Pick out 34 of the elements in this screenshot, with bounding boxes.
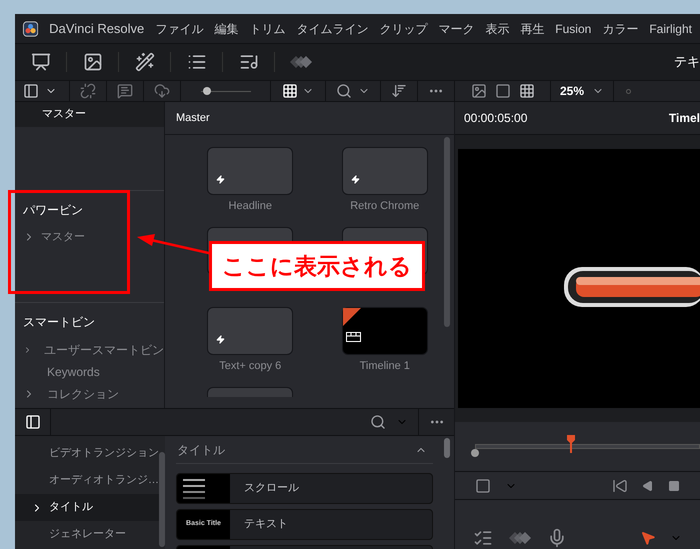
effect-item[interactable]: スクロール [176, 473, 433, 504]
menu-item[interactable]: 編集 [214, 20, 238, 38]
window-title: DaVinci Resolve [49, 20, 144, 38]
clip-label: Retro Chrome [350, 199, 420, 214]
panel-title: テキ [674, 53, 700, 72]
zoom-level[interactable]: 25% [560, 82, 584, 100]
menu-item[interactable]: Fairlight [649, 20, 692, 38]
panel-title: Master [176, 110, 210, 126]
bin-item[interactable]: マスター [41, 229, 85, 246]
menu-item[interactable]: カラー [602, 20, 638, 38]
section-title: スマートビン [23, 314, 96, 331]
menu-item[interactable]: Fusion [555, 20, 592, 38]
menu-item[interactable]: 表示 [485, 20, 510, 38]
section-title: タイトル [177, 442, 225, 458]
timecode: 00:00:05:00 [464, 110, 528, 127]
effects-category[interactable]: タイトル [15, 494, 159, 521]
menu-item[interactable]: マーク [438, 20, 474, 38]
annotation-tooltip: ここに表示される [209, 241, 425, 291]
clip-label: Headline [228, 199, 272, 214]
clip-label: Text+ copy 6 [219, 359, 282, 374]
effects-category[interactable]: ビデオトランジション [15, 440, 159, 467]
bin-item[interactable]: ユーザースマートビン [44, 341, 164, 359]
bin-item[interactable]: Keywords [47, 363, 100, 381]
menu-item[interactable]: トリム [249, 20, 286, 38]
effects-category[interactable]: ジェネレーター [15, 521, 159, 548]
menu-item[interactable]: ファイル [155, 20, 204, 38]
bin-item[interactable]: コレクション [47, 385, 119, 403]
clip-label: Timeline 1 [360, 359, 410, 374]
menu-item[interactable]: タイムライン [296, 20, 368, 38]
timeline-name: Timel [668, 110, 700, 127]
menu-item[interactable]: 再生 [520, 20, 544, 38]
effects-category[interactable]: オーディオトランジ… [15, 467, 159, 494]
menu-item[interactable]: クリップ [379, 20, 428, 38]
section-title: パワービン [23, 202, 84, 219]
